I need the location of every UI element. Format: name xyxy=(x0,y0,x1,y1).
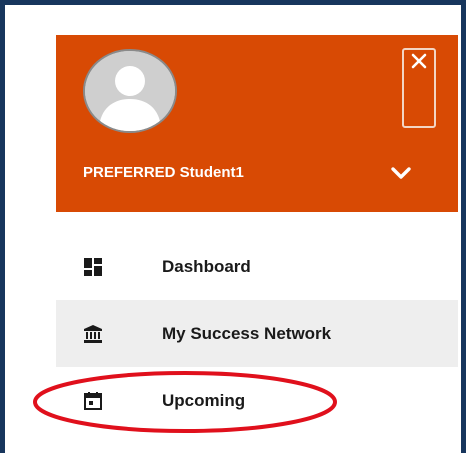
avatar-silhouette xyxy=(85,51,175,131)
user-avatar-icon xyxy=(83,49,177,133)
expand-profile-button[interactable] xyxy=(390,165,412,181)
menu-item-dashboard[interactable]: Dashboard xyxy=(56,233,458,300)
chevron-down-icon xyxy=(391,167,411,179)
close-icon xyxy=(411,53,427,69)
menu-item-label: Dashboard xyxy=(162,256,251,276)
side-menu: Dashboard My Success Network Upcoming xyxy=(56,233,458,434)
menu-item-label: Upcoming xyxy=(162,390,246,410)
menu-item-label: My Success Network xyxy=(162,323,332,343)
app-frame: PREFERRED Student1 Dashboard My Success … xyxy=(0,0,466,453)
user-name: PREFERRED Student1 xyxy=(83,164,244,181)
menu-item-upcoming[interactable]: Upcoming xyxy=(56,367,458,434)
dashboard-icon xyxy=(84,257,102,276)
close-button[interactable] xyxy=(402,48,436,128)
menu-item-my-success-network[interactable]: My Success Network xyxy=(56,300,458,367)
calendar-icon xyxy=(84,391,102,410)
institution-icon xyxy=(84,324,102,343)
profile-header: PREFERRED Student1 xyxy=(56,35,458,212)
